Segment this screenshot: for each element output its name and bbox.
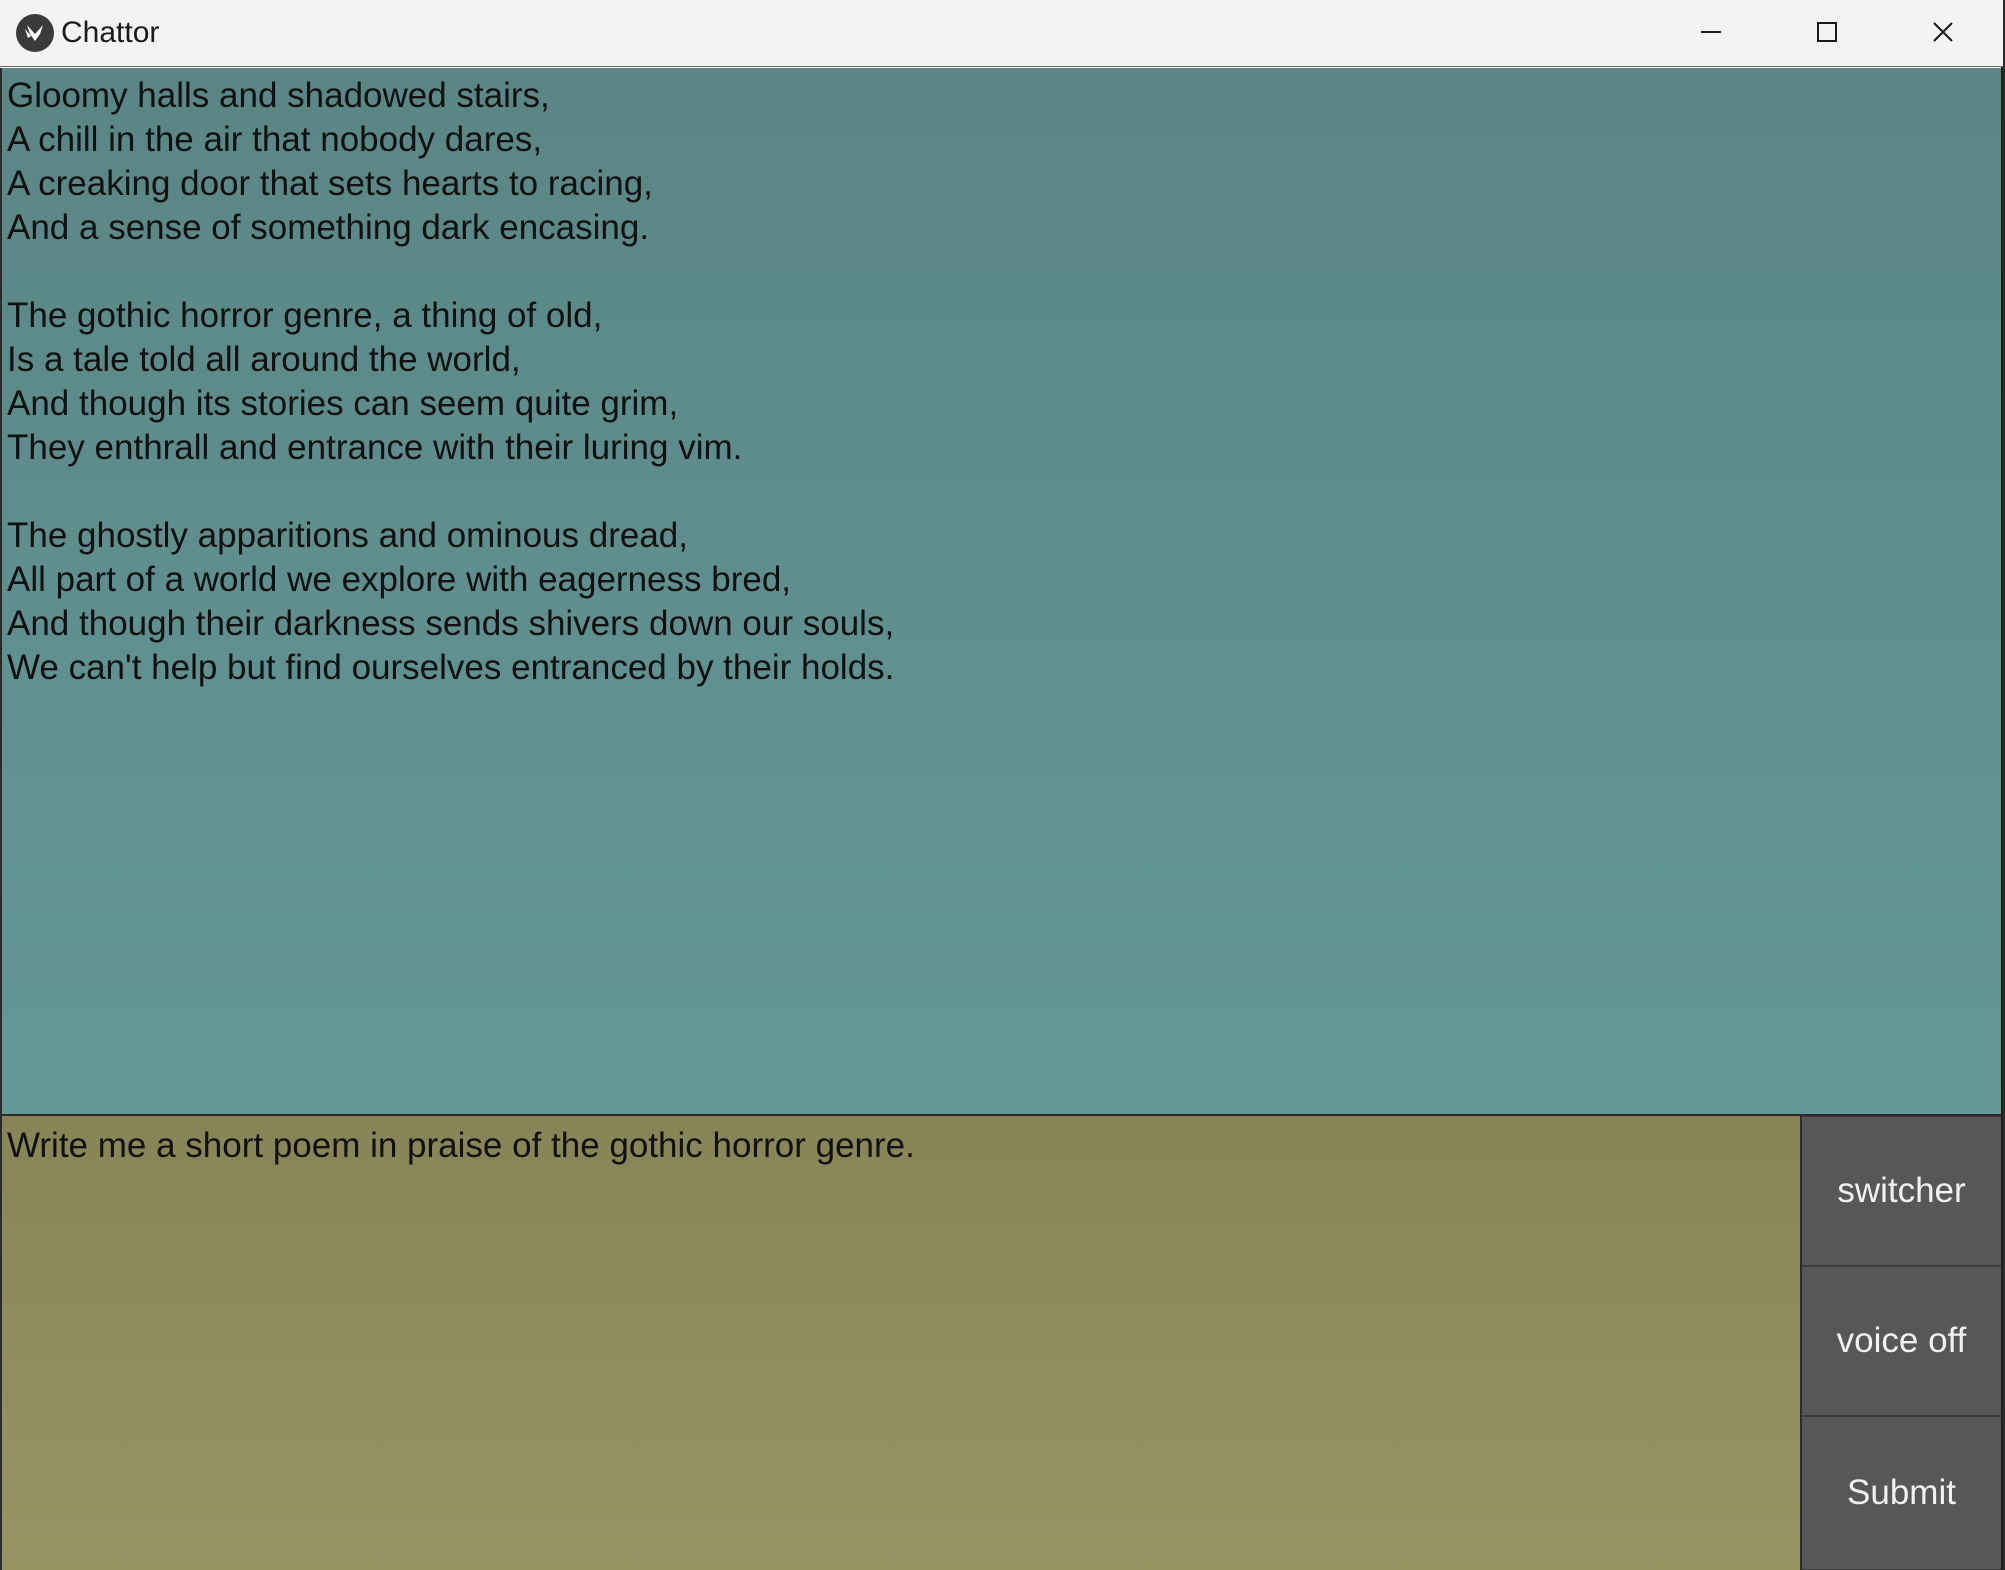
switcher-button[interactable]: switcher: [1802, 1116, 2001, 1266]
app-window: Chattor Gloomy halls and shadowed stairs…: [0, 0, 2003, 1570]
prompt-input-field[interactable]: Write me a short poem in praise of the g…: [0, 1116, 1802, 1570]
voice-toggle-button[interactable]: voice off: [1802, 1266, 2001, 1416]
close-icon: [1933, 22, 1953, 42]
minimize-icon: [1701, 31, 1721, 33]
prompt-input-value[interactable]: Write me a short poem in praise of the g…: [7, 1124, 915, 1168]
response-text: Gloomy halls and shadowed stairs, A chil…: [7, 76, 895, 687]
minimize-button[interactable]: [1653, 0, 1769, 64]
submit-button[interactable]: Submit: [1802, 1416, 2001, 1570]
maximize-button[interactable]: [1769, 0, 1885, 64]
app-logo-icon: [16, 14, 54, 52]
close-button[interactable]: [1885, 0, 2001, 64]
title-bar[interactable]: Chattor: [0, 0, 2003, 67]
response-output-panel[interactable]: Gloomy halls and shadowed stairs, A chil…: [0, 68, 2001, 1116]
maximize-icon: [1817, 22, 1837, 42]
window-title: Chattor: [61, 16, 160, 49]
